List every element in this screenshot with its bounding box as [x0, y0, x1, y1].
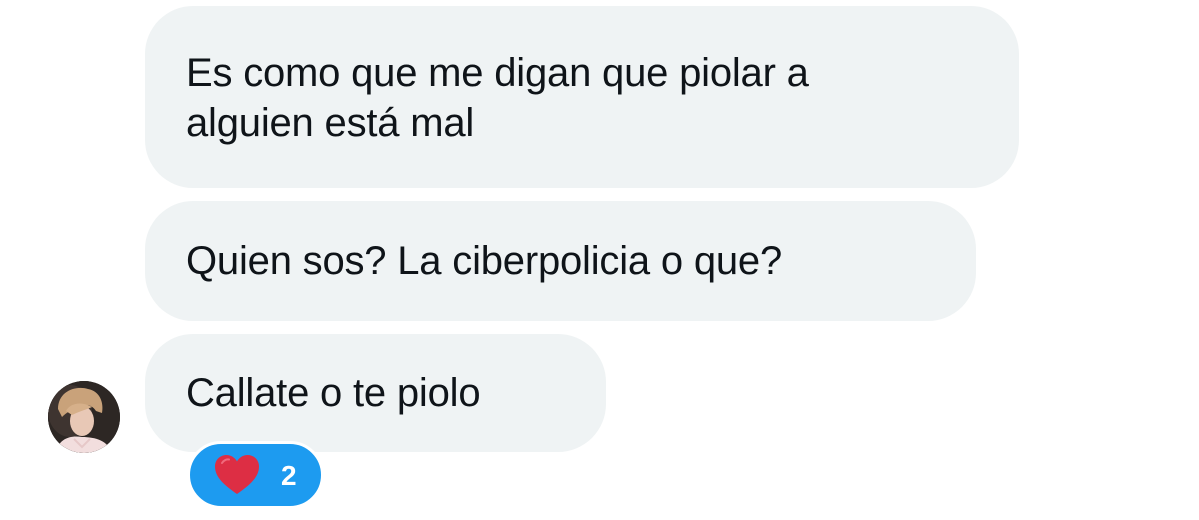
reaction-count: 2: [281, 460, 297, 491]
message-bubble[interactable]: Es como que me digan que piolar a alguie…: [145, 6, 1019, 188]
message-bubble[interactable]: Callate o te piolo: [145, 334, 606, 452]
message-text: Es como que me digan que piolar a alguie…: [186, 51, 809, 145]
reaction-badge[interactable]: 2: [187, 441, 324, 509]
sender-avatar[interactable]: [48, 381, 120, 453]
avatar-photo: [48, 381, 120, 453]
message-bubble[interactable]: Quien sos? La ciberpolicia o que?: [145, 201, 976, 321]
red-heart-icon: [215, 455, 259, 494]
message-text: Callate o te piolo: [186, 371, 481, 415]
message-text: Quien sos? La ciberpolicia o que?: [186, 239, 783, 283]
